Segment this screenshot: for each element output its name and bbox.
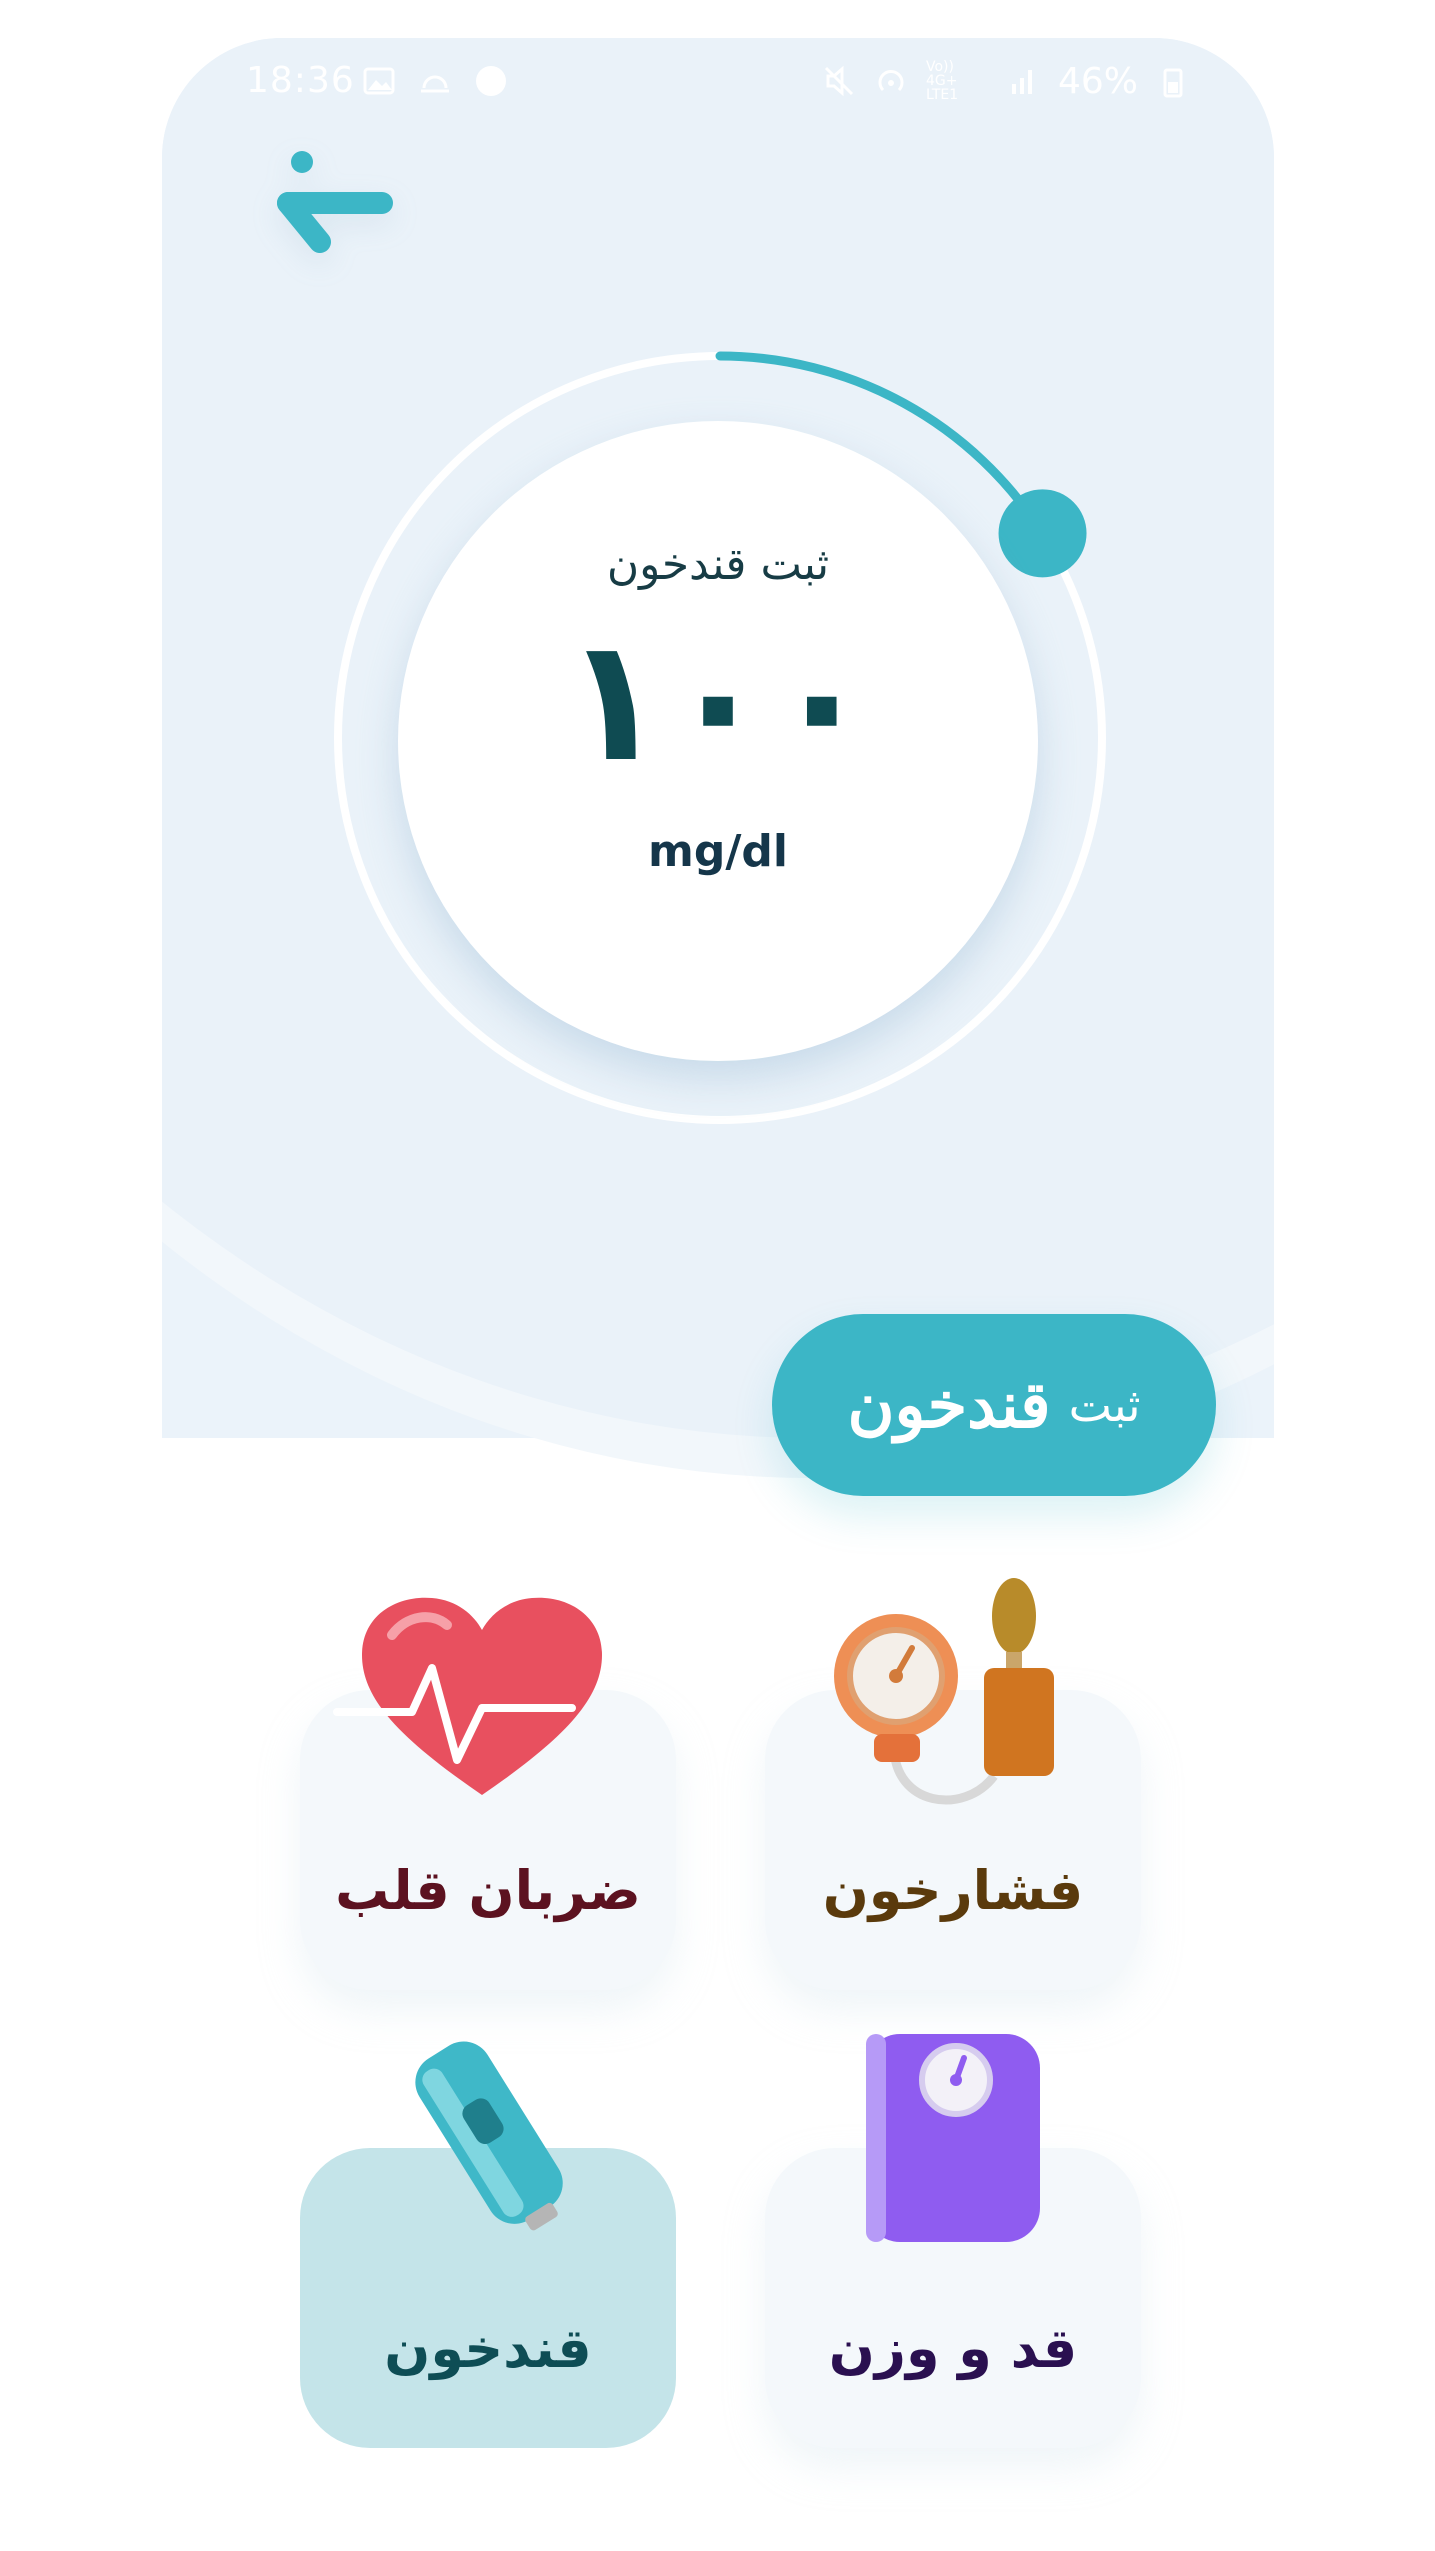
- gallery-icon: [363, 67, 395, 95]
- app-screen: 18:36 Vo)) 4G+ LTE1 46% ثبت قندخون ۱۰۰ m: [162, 38, 1274, 2518]
- battery-icon: [1163, 68, 1183, 98]
- weather-icon: [421, 75, 449, 93]
- mute-icon: [824, 65, 854, 97]
- network-label: Vo)) 4G+ LTE1: [925, 59, 959, 103]
- gauge-slider-handle[interactable]: [998, 489, 1087, 578]
- status-time: 18:36: [246, 60, 355, 101]
- status-bar: 18:36 Vo)) 4G+ LTE1 46%: [162, 38, 1274, 128]
- gauge-readout: ثبت قندخون ۱۰۰ mg/dl: [398, 421, 1038, 1061]
- scale-icon: [866, 2034, 1040, 2242]
- signal-icon: [1011, 70, 1032, 94]
- glucose-value: ۱۰۰: [562, 602, 874, 800]
- heart-icon: [333, 1597, 602, 1795]
- blood-pressure-icon: [834, 1578, 1054, 1805]
- tile-label: قندخون: [384, 2317, 592, 2380]
- gauge-title: ثبت قندخون: [606, 539, 830, 590]
- tile-label: ضربان قلب: [335, 1859, 641, 1922]
- submit-glucose-button[interactable]: ثبت قندخون: [772, 1314, 1216, 1496]
- submit-label-large: قندخون: [847, 1368, 1051, 1441]
- tile-label: قد و وزن: [828, 2317, 1078, 2380]
- app-badge-icon: [476, 66, 506, 96]
- submit-label-small: ثبت: [1068, 1379, 1141, 1431]
- tile-label: فشارخون: [822, 1859, 1084, 1922]
- back-arrow-icon: [277, 151, 393, 253]
- hotspot-icon: [878, 70, 904, 92]
- glucose-unit: mg/dl: [648, 826, 788, 877]
- glucometer-icon: [415, 2041, 563, 2231]
- back-button[interactable]: [270, 148, 398, 258]
- battery-level: 46%: [1057, 60, 1138, 102]
